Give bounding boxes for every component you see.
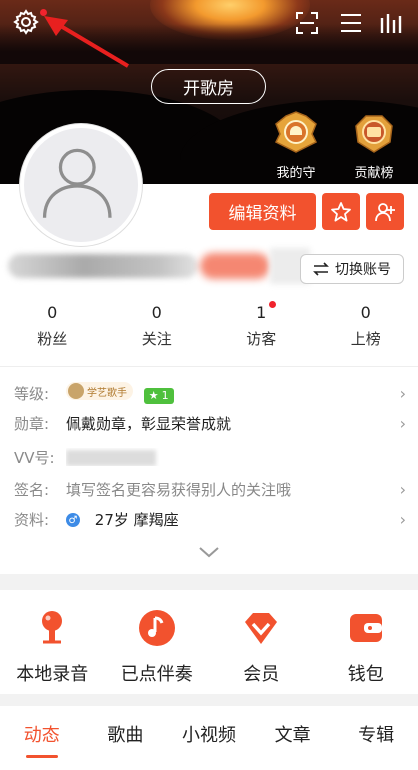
contribution-label: 贡献榜: [354, 166, 394, 181]
stat-label: 上榜: [350, 330, 381, 348]
quick-item-ordered-tracks[interactable]: 已点伴奏: [105, 590, 210, 690]
stat-visitors[interactable]: 1 访客: [209, 302, 314, 352]
quick-label: 本地录音: [16, 664, 89, 685]
tab-articles[interactable]: 文章: [251, 710, 335, 762]
expand-chevron-down-icon[interactable]: [198, 545, 220, 559]
info-row-level[interactable]: 等级: 学艺歌手 ★ 1 ›: [14, 380, 406, 406]
chevron-right-icon: ›: [399, 479, 406, 499]
edit-profile-button[interactable]: 编辑资料: [209, 193, 316, 230]
sound-bars-icon[interactable]: [380, 12, 402, 34]
level-title: 学艺歌手: [87, 387, 127, 399]
chevron-right-icon: ›: [399, 413, 406, 433]
open-room-button[interactable]: 开歌房: [151, 69, 266, 104]
visitor-notification-dot: [269, 301, 276, 308]
quick-item-local-recording[interactable]: 本地录音: [0, 590, 105, 690]
menu-icon[interactable]: [340, 12, 362, 34]
info-row-vv: VV号:: [14, 444, 406, 470]
contribution-emblem-icon: [355, 115, 393, 153]
info-row-signature[interactable]: 签名: 填写签名更容易获得别人的关注哦 ›: [14, 476, 406, 502]
vip-tag-blurred: [200, 253, 270, 279]
chevron-right-icon: ›: [399, 509, 406, 529]
favorite-button[interactable]: [322, 193, 360, 230]
singer-emblem-icon: [68, 383, 84, 400]
singer-level-badge: 学艺歌手: [66, 382, 133, 401]
star-icon: [331, 201, 351, 222]
red-arrow-annotation: [44, 16, 130, 68]
info-row-medal[interactable]: 勋章: 佩戴勋章，彰显荣誉成就 ›: [14, 410, 406, 436]
guardian-badge[interactable]: 我的守护: [272, 110, 320, 200]
chevron-right-icon: ›: [399, 383, 406, 403]
tab-short-videos[interactable]: 小视频: [167, 710, 251, 762]
swap-arrows-icon: [313, 262, 329, 276]
info-key: 勋章:: [14, 414, 50, 433]
microphone-icon: [42, 611, 63, 644]
switch-account-button[interactable]: 切换账号: [300, 254, 404, 284]
quick-item-wallet[interactable]: 钱包: [314, 590, 418, 690]
stat-fans[interactable]: 0 粉丝: [0, 302, 105, 352]
content-tabs: 动态 歌曲 小视频 文章 专辑: [0, 710, 418, 762]
quick-label: 已点伴奏: [120, 664, 193, 685]
quick-item-vip[interactable]: 会员: [209, 590, 314, 690]
tab-albums[interactable]: 专辑: [334, 710, 418, 762]
wallet-icon: [349, 614, 382, 642]
username-blurred: [8, 254, 198, 278]
add-friend-button[interactable]: [366, 193, 404, 230]
info-key: 资料:: [14, 510, 50, 529]
stat-following[interactable]: 0 关注: [105, 302, 210, 352]
guardian-emblem-icon: [274, 111, 318, 153]
switch-account-label: 切换账号: [335, 262, 391, 278]
stat-label: 关注: [141, 330, 172, 348]
info-row-profile[interactable]: 资料: ♂ 27岁 摩羯座 ›: [14, 506, 406, 532]
tab-songs[interactable]: 歌曲: [84, 710, 168, 762]
level-number-badge: ★ 1: [143, 387, 174, 404]
signature-value: 填写签名更容易获得别人的关注哦: [66, 480, 292, 499]
stat-label: 访客: [246, 330, 277, 348]
add-user-icon: [375, 202, 395, 221]
settings-gear-icon[interactable]: [12, 8, 40, 36]
avatar[interactable]: [20, 124, 142, 246]
music-note-icon: [138, 610, 175, 646]
stat-ranking[interactable]: 0 上榜: [314, 302, 418, 352]
stat-label: 粉丝: [37, 330, 68, 348]
stat-value: 1: [256, 303, 267, 322]
stat-value: 0: [47, 303, 58, 322]
age-zodiac: 27岁 摩羯座: [94, 510, 179, 529]
contribution-badge[interactable]: 贡献榜: [350, 110, 398, 181]
vv-number-blurred: [66, 449, 156, 466]
info-key: 等级:: [14, 384, 50, 403]
medal-value: 佩戴勋章，彰显荣誉成就: [66, 414, 232, 433]
stats-row: 0 粉丝 0 关注 1 访客 0 上榜: [0, 302, 418, 352]
quick-menu: 本地录音 已点伴奏 会员 钱包: [0, 590, 418, 690]
stat-value: 0: [360, 303, 371, 322]
default-user-icon: [42, 148, 112, 218]
scan-icon[interactable]: [296, 12, 318, 34]
tab-feed[interactable]: 动态: [0, 710, 84, 762]
vip-diamond-icon: [245, 613, 278, 644]
male-gender-icon: ♂: [66, 513, 80, 527]
star-icon: ★: [148, 389, 159, 403]
info-key: 签名:: [14, 480, 50, 499]
quick-label: 会员: [243, 664, 280, 685]
info-key: VV号:: [14, 448, 55, 467]
stat-value: 0: [151, 303, 162, 322]
quick-label: 钱包: [347, 664, 384, 685]
